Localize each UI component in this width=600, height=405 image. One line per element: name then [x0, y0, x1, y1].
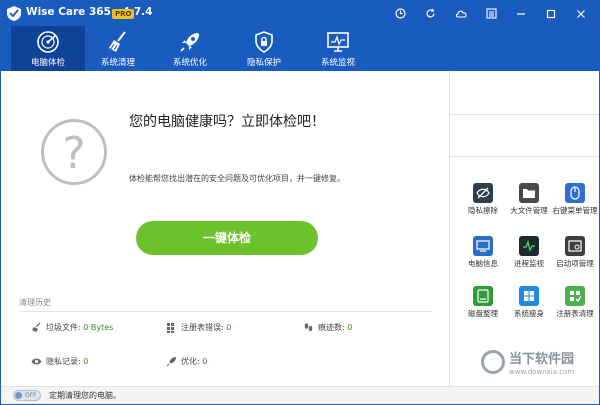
- watermark-logo-icon: [481, 350, 505, 374]
- eye-slash-icon: [473, 183, 493, 203]
- page-title: 您的电脑健康吗？立即体检吧！: [129, 114, 325, 130]
- toggle-knob: [15, 392, 22, 399]
- tab-label: 系统监视: [320, 58, 355, 68]
- broom-icon: [109, 31, 126, 52]
- close-icon: [577, 9, 585, 18]
- tool-large-file-manager[interactable]: 大文件管理: [506, 183, 552, 233]
- stat-optimize: 优化: 0: [166, 356, 207, 367]
- stat-junk-files: 垃圾文件: 0 Bytes: [31, 322, 113, 333]
- toggle-state: OFF: [25, 392, 37, 399]
- maximize-icon: [546, 9, 556, 18]
- minimize-button[interactable]: [511, 4, 531, 23]
- stat-registry-errors: 注册表错误: 0: [166, 322, 231, 333]
- one-click-checkup-button[interactable]: 一键体检: [136, 221, 318, 255]
- windows-icon: [519, 286, 539, 306]
- registry-icon: [565, 286, 585, 306]
- tab-system-optimize[interactable]: 系统优化: [153, 26, 227, 71]
- refresh-button[interactable]: [420, 4, 440, 23]
- disk-icon: [473, 286, 493, 306]
- history-heading: 清理历史: [19, 298, 51, 307]
- site-watermark: 当下软件园 www.downxia.com: [481, 346, 591, 384]
- stat-traces: 痕迹数: 0: [303, 322, 352, 333]
- clock-icon: [394, 8, 406, 19]
- watermark-name: 当下软件园: [509, 352, 575, 367]
- tab-pc-checkup[interactable]: 电脑体检: [11, 26, 85, 71]
- grid-icon: [167, 323, 174, 333]
- main-nav: 电脑体检 系统清理 系统优化 隐私保护 系统监视: [1, 26, 599, 71]
- menu-icon: [485, 8, 497, 19]
- divider: [450, 156, 599, 157]
- cloud-button[interactable]: [451, 4, 471, 23]
- status-bar: OFF 定期清理您的电脑。: [1, 386, 599, 404]
- tool-startup-manager[interactable]: 启动项管理: [552, 236, 598, 286]
- footprint-icon: [304, 323, 313, 332]
- checkup-panel: ? 您的电脑健康吗？立即体检吧！ 体检能帮您找出潜在的安全问题及可优化项目，并一…: [1, 71, 449, 386]
- tools-panel: 隐私擦除 大文件管理 右键菜单管理 电脑信息 进程监视 启动项管理 磁盘整理 系…: [449, 71, 599, 386]
- rocket-icon: [166, 357, 176, 367]
- description-text: 体检能帮您找出潜在的安全问题及可优化项目，并一键修复。: [129, 174, 345, 183]
- scheduled-clean-toggle[interactable]: OFF: [13, 390, 41, 401]
- title-bar: Wise Care 365 - 4.7.4 PRO: [1, 1, 599, 26]
- question-icon: ?: [41, 119, 107, 185]
- tab-label: 隐私保护: [246, 58, 281, 68]
- watermark-url: www.downxia.com: [509, 368, 575, 376]
- shield-icon: [255, 31, 273, 53]
- mouse-icon: [565, 183, 585, 203]
- eye-icon: [31, 358, 42, 365]
- scheduled-clean-text: 定期清理您的电脑。: [49, 391, 121, 400]
- close-button[interactable]: [571, 4, 591, 23]
- tab-label: 系统优化: [172, 58, 207, 68]
- tool-privacy-eraser[interactable]: 隐私擦除: [460, 183, 506, 233]
- refresh-icon: [425, 8, 435, 18]
- radar-icon: [37, 31, 59, 53]
- rocket-icon: [180, 33, 199, 52]
- tool-process-monitor[interactable]: 进程监视: [506, 236, 552, 286]
- divider: [19, 311, 433, 312]
- tool-registry-cleaner[interactable]: 注册表清理: [552, 286, 598, 336]
- tab-system-monitor[interactable]: 系统监视: [301, 26, 375, 71]
- tab-label: 系统清理: [100, 58, 135, 68]
- startup-icon: [565, 236, 585, 256]
- folder-icon: [519, 183, 539, 203]
- tab-system-clean[interactable]: 系统清理: [81, 26, 155, 71]
- minimize-icon: [517, 12, 525, 15]
- tool-context-menu-manager[interactable]: 右键菜单管理: [552, 183, 598, 233]
- cloud-icon: [455, 10, 467, 18]
- app-window: Wise Care 365 - 4.7.4 PRO 电脑体检 系统清理 系统优化…: [0, 0, 600, 405]
- stat-privacy-records: 隐私记录: 0: [31, 356, 88, 367]
- maximize-button[interactable]: [541, 4, 561, 23]
- tab-label: 电脑体检: [30, 58, 65, 68]
- computer-info-icon: [473, 236, 493, 256]
- divider: [450, 114, 599, 115]
- tool-disk-defrag[interactable]: 磁盘整理: [460, 286, 506, 336]
- menu-button[interactable]: [481, 4, 501, 23]
- tool-system-slim[interactable]: 系统瘦身: [506, 286, 552, 336]
- tab-privacy-protect[interactable]: 隐私保护: [227, 26, 301, 71]
- app-logo-icon: [7, 6, 21, 21]
- tool-pc-info[interactable]: 电脑信息: [460, 236, 506, 286]
- timer-button[interactable]: [390, 4, 410, 23]
- monitor-icon: [327, 32, 349, 52]
- pulse-icon: [519, 236, 539, 256]
- pro-badge: PRO: [112, 9, 135, 19]
- broom-icon: [32, 322, 41, 332]
